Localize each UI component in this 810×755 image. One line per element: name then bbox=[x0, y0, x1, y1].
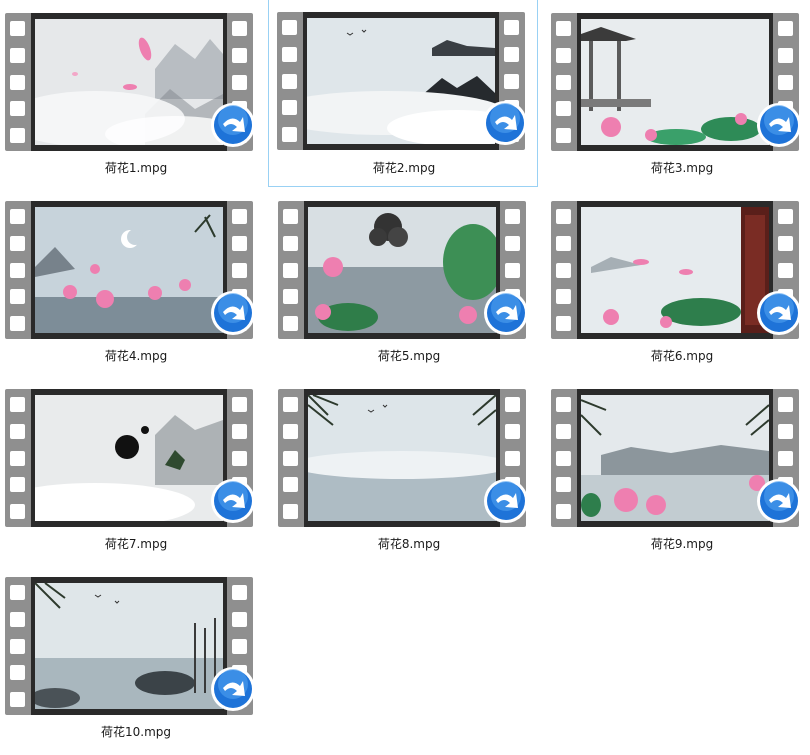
film-frame bbox=[304, 389, 500, 527]
file-item-4[interactable]: 荷花4.mpg bbox=[0, 189, 270, 377]
film-frame bbox=[31, 389, 227, 527]
file-item-5[interactable]: 荷花5.mpg bbox=[273, 189, 543, 377]
scene-bamboo-rocks bbox=[35, 583, 223, 709]
video-file-icon bbox=[210, 102, 256, 148]
video-file-icon bbox=[210, 290, 256, 336]
file-item-8[interactable]: 荷花8.mpg bbox=[273, 377, 543, 565]
video-file-icon bbox=[483, 478, 529, 524]
film-holes-left bbox=[556, 397, 572, 519]
scene-ink-splash-lotus bbox=[308, 207, 496, 333]
file-name-label: 荷花9.mpg bbox=[650, 537, 714, 551]
file-item-2[interactable]: 荷花2.mpg bbox=[268, 0, 538, 187]
video-file-icon bbox=[756, 478, 802, 524]
film-holes-left bbox=[10, 585, 26, 707]
film-frame bbox=[304, 201, 500, 339]
scene-bamboo-lake bbox=[308, 395, 496, 521]
film-holes-left bbox=[10, 397, 26, 519]
scene-window-lotus bbox=[581, 207, 769, 333]
film-holes-left bbox=[10, 21, 26, 143]
file-item-7[interactable]: 荷花7.mpg bbox=[0, 377, 270, 565]
file-name-label: 荷花6.mpg bbox=[650, 349, 714, 363]
film-holes-left bbox=[283, 397, 299, 519]
film-frame bbox=[303, 12, 499, 150]
file-item-3[interactable]: 荷花3.mpg bbox=[546, 1, 810, 189]
film-frame bbox=[577, 389, 773, 527]
scene-mist-petals bbox=[35, 19, 223, 145]
video-file-icon bbox=[756, 290, 802, 336]
file-name-label: 荷花5.mpg bbox=[377, 349, 441, 363]
file-item-1[interactable]: 荷花1.mpg bbox=[0, 1, 270, 189]
film-holes-left bbox=[556, 21, 572, 143]
video-file-icon bbox=[210, 666, 256, 712]
file-name-label: 荷花1.mpg bbox=[104, 161, 168, 175]
scene-pavilion-lotus bbox=[581, 19, 769, 145]
film-holes-left bbox=[10, 209, 26, 331]
film-holes-left bbox=[283, 209, 299, 331]
film-frame bbox=[577, 13, 773, 151]
file-name-label: 荷花2.mpg bbox=[372, 161, 436, 175]
file-item-9[interactable]: 荷花9.mpg bbox=[546, 377, 810, 565]
file-name-label: 荷花3.mpg bbox=[650, 161, 714, 175]
film-frame bbox=[31, 201, 227, 339]
file-item-6[interactable]: 荷花6.mpg bbox=[546, 189, 810, 377]
file-name-label: 荷花7.mpg bbox=[104, 537, 168, 551]
scene-ink-mountains bbox=[307, 18, 495, 144]
film-holes-left bbox=[556, 209, 572, 331]
video-file-icon bbox=[210, 478, 256, 524]
video-file-icon bbox=[756, 102, 802, 148]
scene-lake-lotus bbox=[581, 395, 769, 521]
film-frame bbox=[577, 201, 773, 339]
file-name-label: 荷花8.mpg bbox=[377, 537, 441, 551]
scene-ink-drop bbox=[35, 395, 223, 521]
file-item-10[interactable]: 荷花10.mpg bbox=[0, 565, 270, 753]
video-file-icon bbox=[482, 100, 528, 146]
file-grid: 荷花1.mpg 荷花2.mpg 荷花3.mpg 荷花4.mpg 荷花5.mpg … bbox=[0, 0, 810, 755]
scene-moon-lotus bbox=[35, 207, 223, 333]
film-frame bbox=[31, 13, 227, 151]
file-name-label: 荷花4.mpg bbox=[104, 349, 168, 363]
film-holes-left bbox=[282, 20, 298, 142]
film-frame bbox=[31, 577, 227, 715]
video-file-icon bbox=[483, 290, 529, 336]
file-name-label: 荷花10.mpg bbox=[100, 725, 171, 739]
